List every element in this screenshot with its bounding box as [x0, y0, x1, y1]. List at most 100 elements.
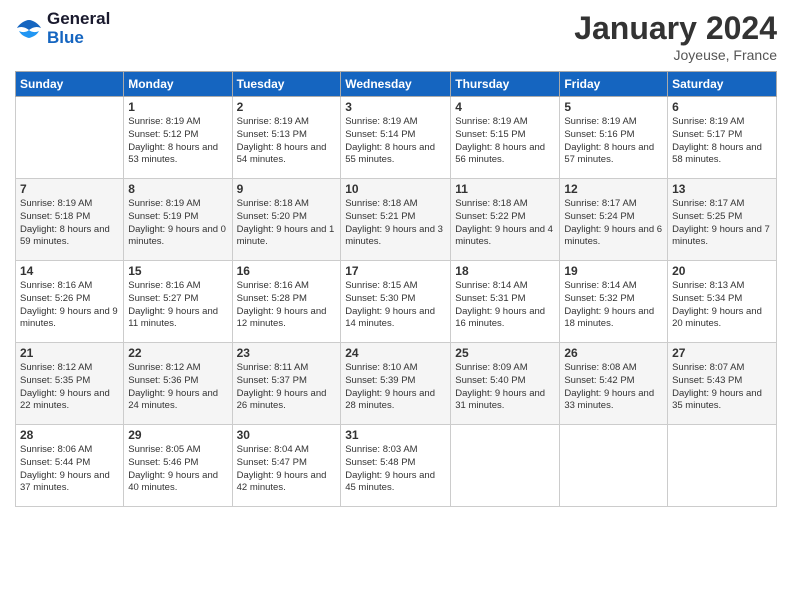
col-friday: Friday: [560, 72, 668, 97]
day-info: Sunrise: 8:19 AMSunset: 5:15 PMDaylight:…: [455, 116, 555, 167]
day-info: Sunrise: 8:19 AMSunset: 5:17 PMDaylight:…: [672, 116, 772, 167]
day-info: Sunrise: 8:19 AMSunset: 5:16 PMDaylight:…: [564, 116, 663, 167]
table-row: 7 Sunrise: 8:19 AMSunset: 5:18 PMDayligh…: [16, 179, 124, 261]
week-row-4: 21 Sunrise: 8:12 AMSunset: 5:35 PMDaylig…: [16, 343, 777, 425]
col-sunday: Sunday: [16, 72, 124, 97]
table-row: 1 Sunrise: 8:19 AMSunset: 5:12 PMDayligh…: [124, 97, 232, 179]
table-row: 2 Sunrise: 8:19 AMSunset: 5:13 PMDayligh…: [232, 97, 341, 179]
col-tuesday: Tuesday: [232, 72, 341, 97]
table-row: 30 Sunrise: 8:04 AMSunset: 5:47 PMDaylig…: [232, 425, 341, 507]
day-number: 15: [128, 264, 227, 278]
day-info: Sunrise: 8:10 AMSunset: 5:39 PMDaylight:…: [345, 362, 446, 413]
table-row: [16, 97, 124, 179]
table-row: 15 Sunrise: 8:16 AMSunset: 5:27 PMDaylig…: [124, 261, 232, 343]
day-info: Sunrise: 8:17 AMSunset: 5:24 PMDaylight:…: [564, 198, 663, 249]
table-row: 19 Sunrise: 8:14 AMSunset: 5:32 PMDaylig…: [560, 261, 668, 343]
table-row: 23 Sunrise: 8:11 AMSunset: 5:37 PMDaylig…: [232, 343, 341, 425]
table-row: 28 Sunrise: 8:06 AMSunset: 5:44 PMDaylig…: [16, 425, 124, 507]
table-row: 12 Sunrise: 8:17 AMSunset: 5:24 PMDaylig…: [560, 179, 668, 261]
month-title: January 2024: [574, 10, 777, 47]
day-info: Sunrise: 8:05 AMSunset: 5:46 PMDaylight:…: [128, 444, 227, 495]
table-row: 22 Sunrise: 8:12 AMSunset: 5:36 PMDaylig…: [124, 343, 232, 425]
table-row: 14 Sunrise: 8:16 AMSunset: 5:26 PMDaylig…: [16, 261, 124, 343]
day-info: Sunrise: 8:18 AMSunset: 5:22 PMDaylight:…: [455, 198, 555, 249]
table-row: [668, 425, 777, 507]
day-number: 29: [128, 428, 227, 442]
table-row: 29 Sunrise: 8:05 AMSunset: 5:46 PMDaylig…: [124, 425, 232, 507]
day-number: 14: [20, 264, 119, 278]
day-info: Sunrise: 8:04 AMSunset: 5:47 PMDaylight:…: [237, 444, 337, 495]
day-info: Sunrise: 8:13 AMSunset: 5:34 PMDaylight:…: [672, 280, 772, 331]
table-row: 31 Sunrise: 8:03 AMSunset: 5:48 PMDaylig…: [341, 425, 451, 507]
week-row-2: 7 Sunrise: 8:19 AMSunset: 5:18 PMDayligh…: [16, 179, 777, 261]
day-number: 17: [345, 264, 446, 278]
day-number: 21: [20, 346, 119, 360]
day-info: Sunrise: 8:19 AMSunset: 5:13 PMDaylight:…: [237, 116, 337, 167]
day-info: Sunrise: 8:09 AMSunset: 5:40 PMDaylight:…: [455, 362, 555, 413]
day-info: Sunrise: 8:19 AMSunset: 5:19 PMDaylight:…: [128, 198, 227, 249]
logo-text: General: [47, 10, 110, 29]
page-container: General Blue January 2024 Joyeuse, Franc…: [0, 0, 792, 612]
table-row: 17 Sunrise: 8:15 AMSunset: 5:30 PMDaylig…: [341, 261, 451, 343]
day-info: Sunrise: 8:14 AMSunset: 5:32 PMDaylight:…: [564, 280, 663, 331]
day-info: Sunrise: 8:12 AMSunset: 5:35 PMDaylight:…: [20, 362, 119, 413]
day-number: 13: [672, 182, 772, 196]
day-info: Sunrise: 8:18 AMSunset: 5:20 PMDaylight:…: [237, 198, 337, 249]
day-info: Sunrise: 8:19 AMSunset: 5:14 PMDaylight:…: [345, 116, 446, 167]
day-number: 16: [237, 264, 337, 278]
day-info: Sunrise: 8:15 AMSunset: 5:30 PMDaylight:…: [345, 280, 446, 331]
calendar-table: Sunday Monday Tuesday Wednesday Thursday…: [15, 71, 777, 507]
table-row: 16 Sunrise: 8:16 AMSunset: 5:28 PMDaylig…: [232, 261, 341, 343]
day-number: 19: [564, 264, 663, 278]
table-row: 8 Sunrise: 8:19 AMSunset: 5:19 PMDayligh…: [124, 179, 232, 261]
location: Joyeuse, France: [574, 47, 777, 63]
day-number: 11: [455, 182, 555, 196]
day-number: 1: [128, 100, 227, 114]
col-wednesday: Wednesday: [341, 72, 451, 97]
day-number: 27: [672, 346, 772, 360]
week-row-1: 1 Sunrise: 8:19 AMSunset: 5:12 PMDayligh…: [16, 97, 777, 179]
table-row: 10 Sunrise: 8:18 AMSunset: 5:21 PMDaylig…: [341, 179, 451, 261]
day-info: Sunrise: 8:17 AMSunset: 5:25 PMDaylight:…: [672, 198, 772, 249]
header: General Blue January 2024 Joyeuse, Franc…: [15, 10, 777, 63]
day-number: 2: [237, 100, 337, 114]
day-info: Sunrise: 8:14 AMSunset: 5:31 PMDaylight:…: [455, 280, 555, 331]
table-row: 3 Sunrise: 8:19 AMSunset: 5:14 PMDayligh…: [341, 97, 451, 179]
day-number: 28: [20, 428, 119, 442]
col-thursday: Thursday: [451, 72, 560, 97]
table-row: 20 Sunrise: 8:13 AMSunset: 5:34 PMDaylig…: [668, 261, 777, 343]
table-row: 27 Sunrise: 8:07 AMSunset: 5:43 PMDaylig…: [668, 343, 777, 425]
week-row-5: 28 Sunrise: 8:06 AMSunset: 5:44 PMDaylig…: [16, 425, 777, 507]
day-number: 9: [237, 182, 337, 196]
day-number: 4: [455, 100, 555, 114]
table-row: 4 Sunrise: 8:19 AMSunset: 5:15 PMDayligh…: [451, 97, 560, 179]
day-number: 20: [672, 264, 772, 278]
table-row: 5 Sunrise: 8:19 AMSunset: 5:16 PMDayligh…: [560, 97, 668, 179]
day-info: Sunrise: 8:11 AMSunset: 5:37 PMDaylight:…: [237, 362, 337, 413]
day-info: Sunrise: 8:07 AMSunset: 5:43 PMDaylight:…: [672, 362, 772, 413]
day-info: Sunrise: 8:12 AMSunset: 5:36 PMDaylight:…: [128, 362, 227, 413]
table-row: 21 Sunrise: 8:12 AMSunset: 5:35 PMDaylig…: [16, 343, 124, 425]
table-row: 13 Sunrise: 8:17 AMSunset: 5:25 PMDaylig…: [668, 179, 777, 261]
day-info: Sunrise: 8:16 AMSunset: 5:27 PMDaylight:…: [128, 280, 227, 331]
table-row: [451, 425, 560, 507]
day-number: 23: [237, 346, 337, 360]
day-number: 30: [237, 428, 337, 442]
week-row-3: 14 Sunrise: 8:16 AMSunset: 5:26 PMDaylig…: [16, 261, 777, 343]
day-number: 26: [564, 346, 663, 360]
day-number: 18: [455, 264, 555, 278]
table-row: [560, 425, 668, 507]
day-number: 10: [345, 182, 446, 196]
day-number: 24: [345, 346, 446, 360]
title-block: January 2024 Joyeuse, France: [574, 10, 777, 63]
day-info: Sunrise: 8:08 AMSunset: 5:42 PMDaylight:…: [564, 362, 663, 413]
table-row: 18 Sunrise: 8:14 AMSunset: 5:31 PMDaylig…: [451, 261, 560, 343]
day-number: 3: [345, 100, 446, 114]
table-row: 24 Sunrise: 8:10 AMSunset: 5:39 PMDaylig…: [341, 343, 451, 425]
day-number: 5: [564, 100, 663, 114]
table-row: 26 Sunrise: 8:08 AMSunset: 5:42 PMDaylig…: [560, 343, 668, 425]
day-info: Sunrise: 8:16 AMSunset: 5:28 PMDaylight:…: [237, 280, 337, 331]
logo-subtext: Blue: [47, 29, 110, 48]
col-monday: Monday: [124, 72, 232, 97]
table-row: 11 Sunrise: 8:18 AMSunset: 5:22 PMDaylig…: [451, 179, 560, 261]
